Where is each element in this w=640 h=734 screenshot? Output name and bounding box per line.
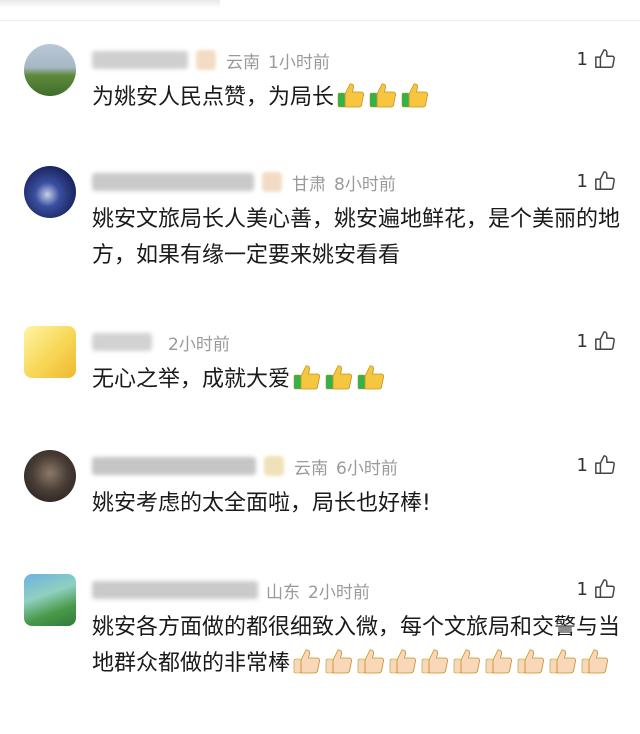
thumbs-up-emoji xyxy=(324,647,354,687)
thumbs-up-emoji xyxy=(400,81,430,121)
avatar[interactable] xyxy=(24,166,76,218)
username-blurred[interactable] xyxy=(92,581,258,599)
thumbs-up-emoji xyxy=(292,363,322,403)
like-button[interactable]: 1 xyxy=(577,454,616,476)
location: 云南 xyxy=(226,52,260,73)
user-badge-icon xyxy=(262,172,282,192)
comment-text: 姚安各方面做的都很细致入微，每个文旅局和交警与当地群众都做的非常棒 xyxy=(92,610,622,687)
user-badge-icon xyxy=(264,456,284,476)
divider xyxy=(0,20,640,21)
like-button[interactable]: 1 xyxy=(577,48,616,70)
comment-meta: 云南 6小时前 xyxy=(92,454,398,479)
like-count: 1 xyxy=(576,578,588,600)
thumbs-up-outline-icon xyxy=(594,48,616,70)
previous-content-edge xyxy=(0,0,220,8)
comment-text: 为姚安人民点赞，为局长 xyxy=(92,80,622,121)
thumbs-up-emoji xyxy=(388,647,418,687)
avatar[interactable] xyxy=(24,44,76,96)
thumbs-up-outline-icon xyxy=(594,330,616,352)
location: 甘肃 xyxy=(292,174,326,195)
like-button[interactable]: 1 xyxy=(577,170,616,192)
like-count: 1 xyxy=(576,48,588,70)
like-count: 1 xyxy=(576,170,588,192)
comment-meta: 山东 2小时前 xyxy=(92,578,370,603)
avatar[interactable] xyxy=(24,450,76,502)
thumbs-up-emoji xyxy=(292,647,322,687)
timestamp: 6小时前 xyxy=(336,458,398,479)
like-button[interactable]: 1 xyxy=(577,578,616,600)
location: 山东 xyxy=(266,582,300,603)
comment-text: 无心之举，成就大爱 xyxy=(92,362,622,403)
username-blurred[interactable] xyxy=(92,457,256,475)
thumbs-up-emoji xyxy=(356,363,386,403)
comment-text: 姚安考虑的太全面啦，局长也好棒! xyxy=(92,491,431,516)
thumbs-up-outline-icon xyxy=(594,578,616,600)
comment-meta: 2小时前 xyxy=(92,330,230,355)
thumbs-up-emoji xyxy=(336,81,366,121)
like-count: 1 xyxy=(576,454,588,476)
avatar[interactable] xyxy=(24,326,76,378)
thumbs-up-emoji xyxy=(516,647,546,687)
thumbs-up-emoji xyxy=(484,647,514,687)
thumbs-up-outline-icon xyxy=(594,170,616,192)
thumbs-up-emoji xyxy=(580,647,610,687)
thumbs-up-emoji xyxy=(452,647,482,687)
like-button[interactable]: 1 xyxy=(577,330,616,352)
thumbs-up-emoji xyxy=(356,647,386,687)
timestamp: 2小时前 xyxy=(168,334,230,355)
avatar[interactable] xyxy=(24,574,76,626)
comment-meta: 云南 1小时前 xyxy=(92,48,330,73)
thumbs-up-emoji xyxy=(324,363,354,403)
username-blurred[interactable] xyxy=(92,333,152,351)
thumbs-up-emoji xyxy=(420,647,450,687)
thumbs-up-emoji xyxy=(548,647,578,687)
username-blurred[interactable] xyxy=(92,173,254,191)
timestamp: 8小时前 xyxy=(334,174,396,195)
timestamp: 2小时前 xyxy=(308,582,370,603)
username-blurred[interactable] xyxy=(92,51,188,69)
comment-text: 姚安文旅局长人美心善，姚安遍地鲜花，是个美丽的地方，如果有缘一定要来姚安看看 xyxy=(92,207,621,268)
user-badge-icon xyxy=(196,50,216,70)
like-count: 1 xyxy=(576,330,588,352)
timestamp: 1小时前 xyxy=(268,52,330,73)
comment-meta: 甘肃 8小时前 xyxy=(92,170,396,195)
location: 云南 xyxy=(294,458,328,479)
thumbs-up-emoji xyxy=(368,81,398,121)
thumbs-up-outline-icon xyxy=(594,454,616,476)
